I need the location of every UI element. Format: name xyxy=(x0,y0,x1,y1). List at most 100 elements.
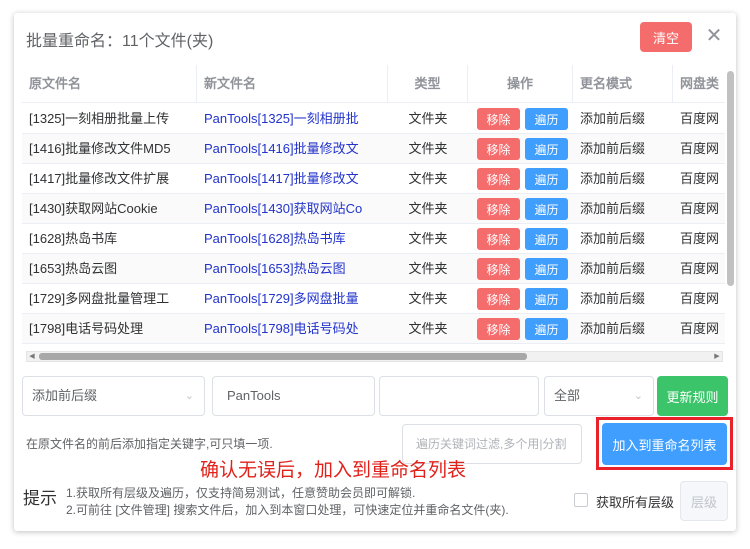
annotation-text: 确认无误后，加入到重命名列表 xyxy=(200,460,467,481)
close-icon[interactable]: ✕ xyxy=(704,25,724,47)
cell-rename-mode: 添加前后缀 xyxy=(580,231,646,246)
cell-new-name: PanTools[1325]一刻相册批 xyxy=(204,111,359,126)
chevron-down-icon: ⌄ xyxy=(633,390,643,402)
tips-line-2: 2.可前往 [文件管理] 搜索文件后，加入到本窗口处理，可快速定位并重命名文件(… xyxy=(66,503,509,517)
rule-form: 添加前后缀 ⌄ PanTools 全部 ⌄ 更新规则 xyxy=(22,376,728,416)
cell-new-name: PanTools[1417]批量修改文 xyxy=(204,171,359,186)
rule-hint: 在原文件名的前后添加指定关键字,可只填一项. xyxy=(26,437,273,451)
cell-rename-mode: 添加前后缀 xyxy=(580,141,646,156)
vertical-scrollbar[interactable] xyxy=(727,71,734,286)
col-disk-type[interactable]: 网盘类 xyxy=(673,65,725,103)
cell-type: 文件夹 xyxy=(408,201,448,216)
cell-disk-type: 百度网 xyxy=(680,141,720,156)
col-rename-mode[interactable]: 更名模式 xyxy=(573,65,673,103)
cell-original-name: [1416]批量修改文件MD5 xyxy=(29,141,171,156)
horizontal-scrollbar[interactable]: ◀ ▶ xyxy=(26,351,723,362)
cell-disk-type: 百度网 xyxy=(680,201,720,216)
remove-button[interactable]: 移除 xyxy=(477,318,520,340)
traverse-button[interactable]: 遍历 xyxy=(525,318,568,340)
table-row[interactable]: [1653]热岛云图 PanTools[1653]热岛云图 文件夹 移除 遍历 添加前后缀… xyxy=(22,254,725,284)
scope-select[interactable]: 全部 ⌄ xyxy=(544,376,654,416)
cell-new-name: PanTools[1430]获取网站Co xyxy=(204,201,363,216)
cell-new-name: PanTools[1416]批量修改文 xyxy=(204,141,359,156)
prefix-input[interactable]: PanTools xyxy=(212,376,375,416)
traverse-button[interactable]: 遍历 xyxy=(525,138,568,160)
remove-button[interactable]: 移除 xyxy=(477,198,520,220)
table-row[interactable]: [1325]一刻相册批量上传 PanTools[1325]一刻相册批 文件夹 移除 遍历… xyxy=(22,104,725,134)
col-original-name[interactable]: 原文件名 xyxy=(22,65,197,103)
col-new-name[interactable]: 新文件名 xyxy=(197,65,388,103)
table-row[interactable]: [1416]批量修改文件MD5 PanTools[1416]批量修改文 文件夹 移除遍… xyxy=(22,134,725,164)
cell-type: 文件夹 xyxy=(408,291,448,306)
scroll-right-arrow-icon[interactable]: ▶ xyxy=(712,352,722,361)
suffix-input[interactable] xyxy=(379,376,539,416)
cell-disk-type: 百度网 xyxy=(680,261,720,276)
add-to-rename-list-button[interactable]: 加入到重命名列表 xyxy=(602,423,727,465)
tips-line-1: 1.获取所有层级及遍历，仅支持简易测试，任意赞助会员即可解锁. xyxy=(66,486,416,500)
horizontal-scrollbar-thumb[interactable] xyxy=(39,353,527,360)
traverse-button[interactable]: 遍历 xyxy=(525,258,568,280)
remove-button[interactable]: 移除 xyxy=(477,258,520,280)
cell-new-name: PanTools[1628]热岛书库 xyxy=(204,231,346,246)
cell-original-name: [1798]电话号码处理 xyxy=(29,321,144,336)
traverse-button[interactable]: 遍历 xyxy=(525,108,568,130)
col-type[interactable]: 类型 xyxy=(388,65,468,103)
cell-type: 文件夹 xyxy=(408,261,448,276)
cell-type: 文件夹 xyxy=(408,171,448,186)
table-row[interactable]: [1430]获取网站Cookie PanTools[1430]获取网站Co 文件夹 移… xyxy=(22,194,725,224)
cell-original-name: [1653]热岛云图 xyxy=(29,261,118,276)
cell-original-name: [1628]热岛书库 xyxy=(29,231,118,246)
cell-disk-type: 百度网 xyxy=(680,111,720,126)
table-row[interactable]: [1628]热岛书库 PanTools[1628]热岛书库 文件夹 移除 遍历 添加前后缀… xyxy=(22,224,725,254)
clear-button[interactable]: 清空 xyxy=(640,22,692,52)
cell-rename-mode: 添加前后缀 xyxy=(580,321,646,336)
remove-button[interactable]: 移除 xyxy=(477,138,520,160)
all-levels-checkbox[interactable] xyxy=(574,493,588,507)
cell-type: 文件夹 xyxy=(408,111,448,126)
traverse-button[interactable]: 遍历 xyxy=(525,228,568,250)
rename-table: 原文件名 新文件名 类型 操作 更名模式 网盘类 [1325]一刻相册批量上传 P… xyxy=(22,65,725,369)
level-button: 层级 xyxy=(680,481,728,521)
col-actions: 操作 xyxy=(468,65,573,103)
dialog-title: 批量重命名：11个文件(夹) xyxy=(26,33,214,50)
tips-label: 提示 xyxy=(23,489,57,508)
mode-select[interactable]: 添加前后缀 ⌄ xyxy=(22,376,205,416)
traverse-button[interactable]: 遍历 xyxy=(525,168,568,190)
cell-rename-mode: 添加前后缀 xyxy=(580,201,646,216)
cell-type: 文件夹 xyxy=(408,231,448,246)
cell-disk-type: 百度网 xyxy=(680,231,720,246)
cell-rename-mode: 添加前后缀 xyxy=(580,171,646,186)
table-row[interactable]: [1417]批量修改文件扩展 PanTools[1417]批量修改文 文件夹 移除 遍历… xyxy=(22,164,725,194)
cell-new-name: PanTools[1798]电话号码处 xyxy=(204,321,359,336)
cell-rename-mode: 添加前后缀 xyxy=(580,261,646,276)
remove-button[interactable]: 移除 xyxy=(477,228,520,250)
batch-rename-dialog: 批量重命名：11个文件(夹) 清空 ✕ 原文件名 新文件名 类型 操作 更名模式… xyxy=(14,13,736,531)
dialog-header: 批量重命名：11个文件(夹) 清空 ✕ xyxy=(14,13,736,61)
cell-rename-mode: 添加前后缀 xyxy=(580,291,646,306)
all-levels-label[interactable]: 获取所有层级 xyxy=(596,492,674,511)
cell-original-name: [1417]批量修改文件扩展 xyxy=(29,171,170,186)
cell-new-name: PanTools[1653]热岛云图 xyxy=(204,261,346,276)
chevron-down-icon: ⌄ xyxy=(184,390,194,402)
cell-disk-type: 百度网 xyxy=(680,291,720,306)
cell-rename-mode: 添加前后缀 xyxy=(580,111,646,126)
mode-select-value: 添加前后缀 xyxy=(32,388,98,403)
table-header: 原文件名 新文件名 类型 操作 更名模式 网盘类 xyxy=(22,65,725,103)
scroll-left-arrow-icon[interactable]: ◀ xyxy=(27,352,37,361)
cell-new-name: PanTools[1729]多网盘批量 xyxy=(204,291,359,306)
remove-button[interactable]: 移除 xyxy=(477,168,520,190)
cell-disk-type: 百度网 xyxy=(680,321,720,336)
cell-original-name: [1430]获取网站Cookie xyxy=(29,201,158,216)
update-rule-button[interactable]: 更新规则 xyxy=(657,376,728,416)
cell-type: 文件夹 xyxy=(408,141,448,156)
scope-select-value: 全部 xyxy=(554,388,581,403)
table-row[interactable]: [1798]电话号码处理 PanTools[1798]电话号码处 文件夹 移除 遍历 添加… xyxy=(22,314,725,344)
table-row[interactable]: [1729]多网盘批量管理工 PanTools[1729]多网盘批量 文件夹 移除 遍历… xyxy=(22,284,725,314)
remove-button[interactable]: 移除 xyxy=(477,108,520,130)
cell-type: 文件夹 xyxy=(408,321,448,336)
cell-disk-type: 百度网 xyxy=(680,171,720,186)
traverse-button[interactable]: 遍历 xyxy=(525,198,568,220)
remove-button[interactable]: 移除 xyxy=(477,288,520,310)
traverse-button[interactable]: 遍历 xyxy=(525,288,568,310)
cell-original-name: [1325]一刻相册批量上传 xyxy=(29,111,170,126)
